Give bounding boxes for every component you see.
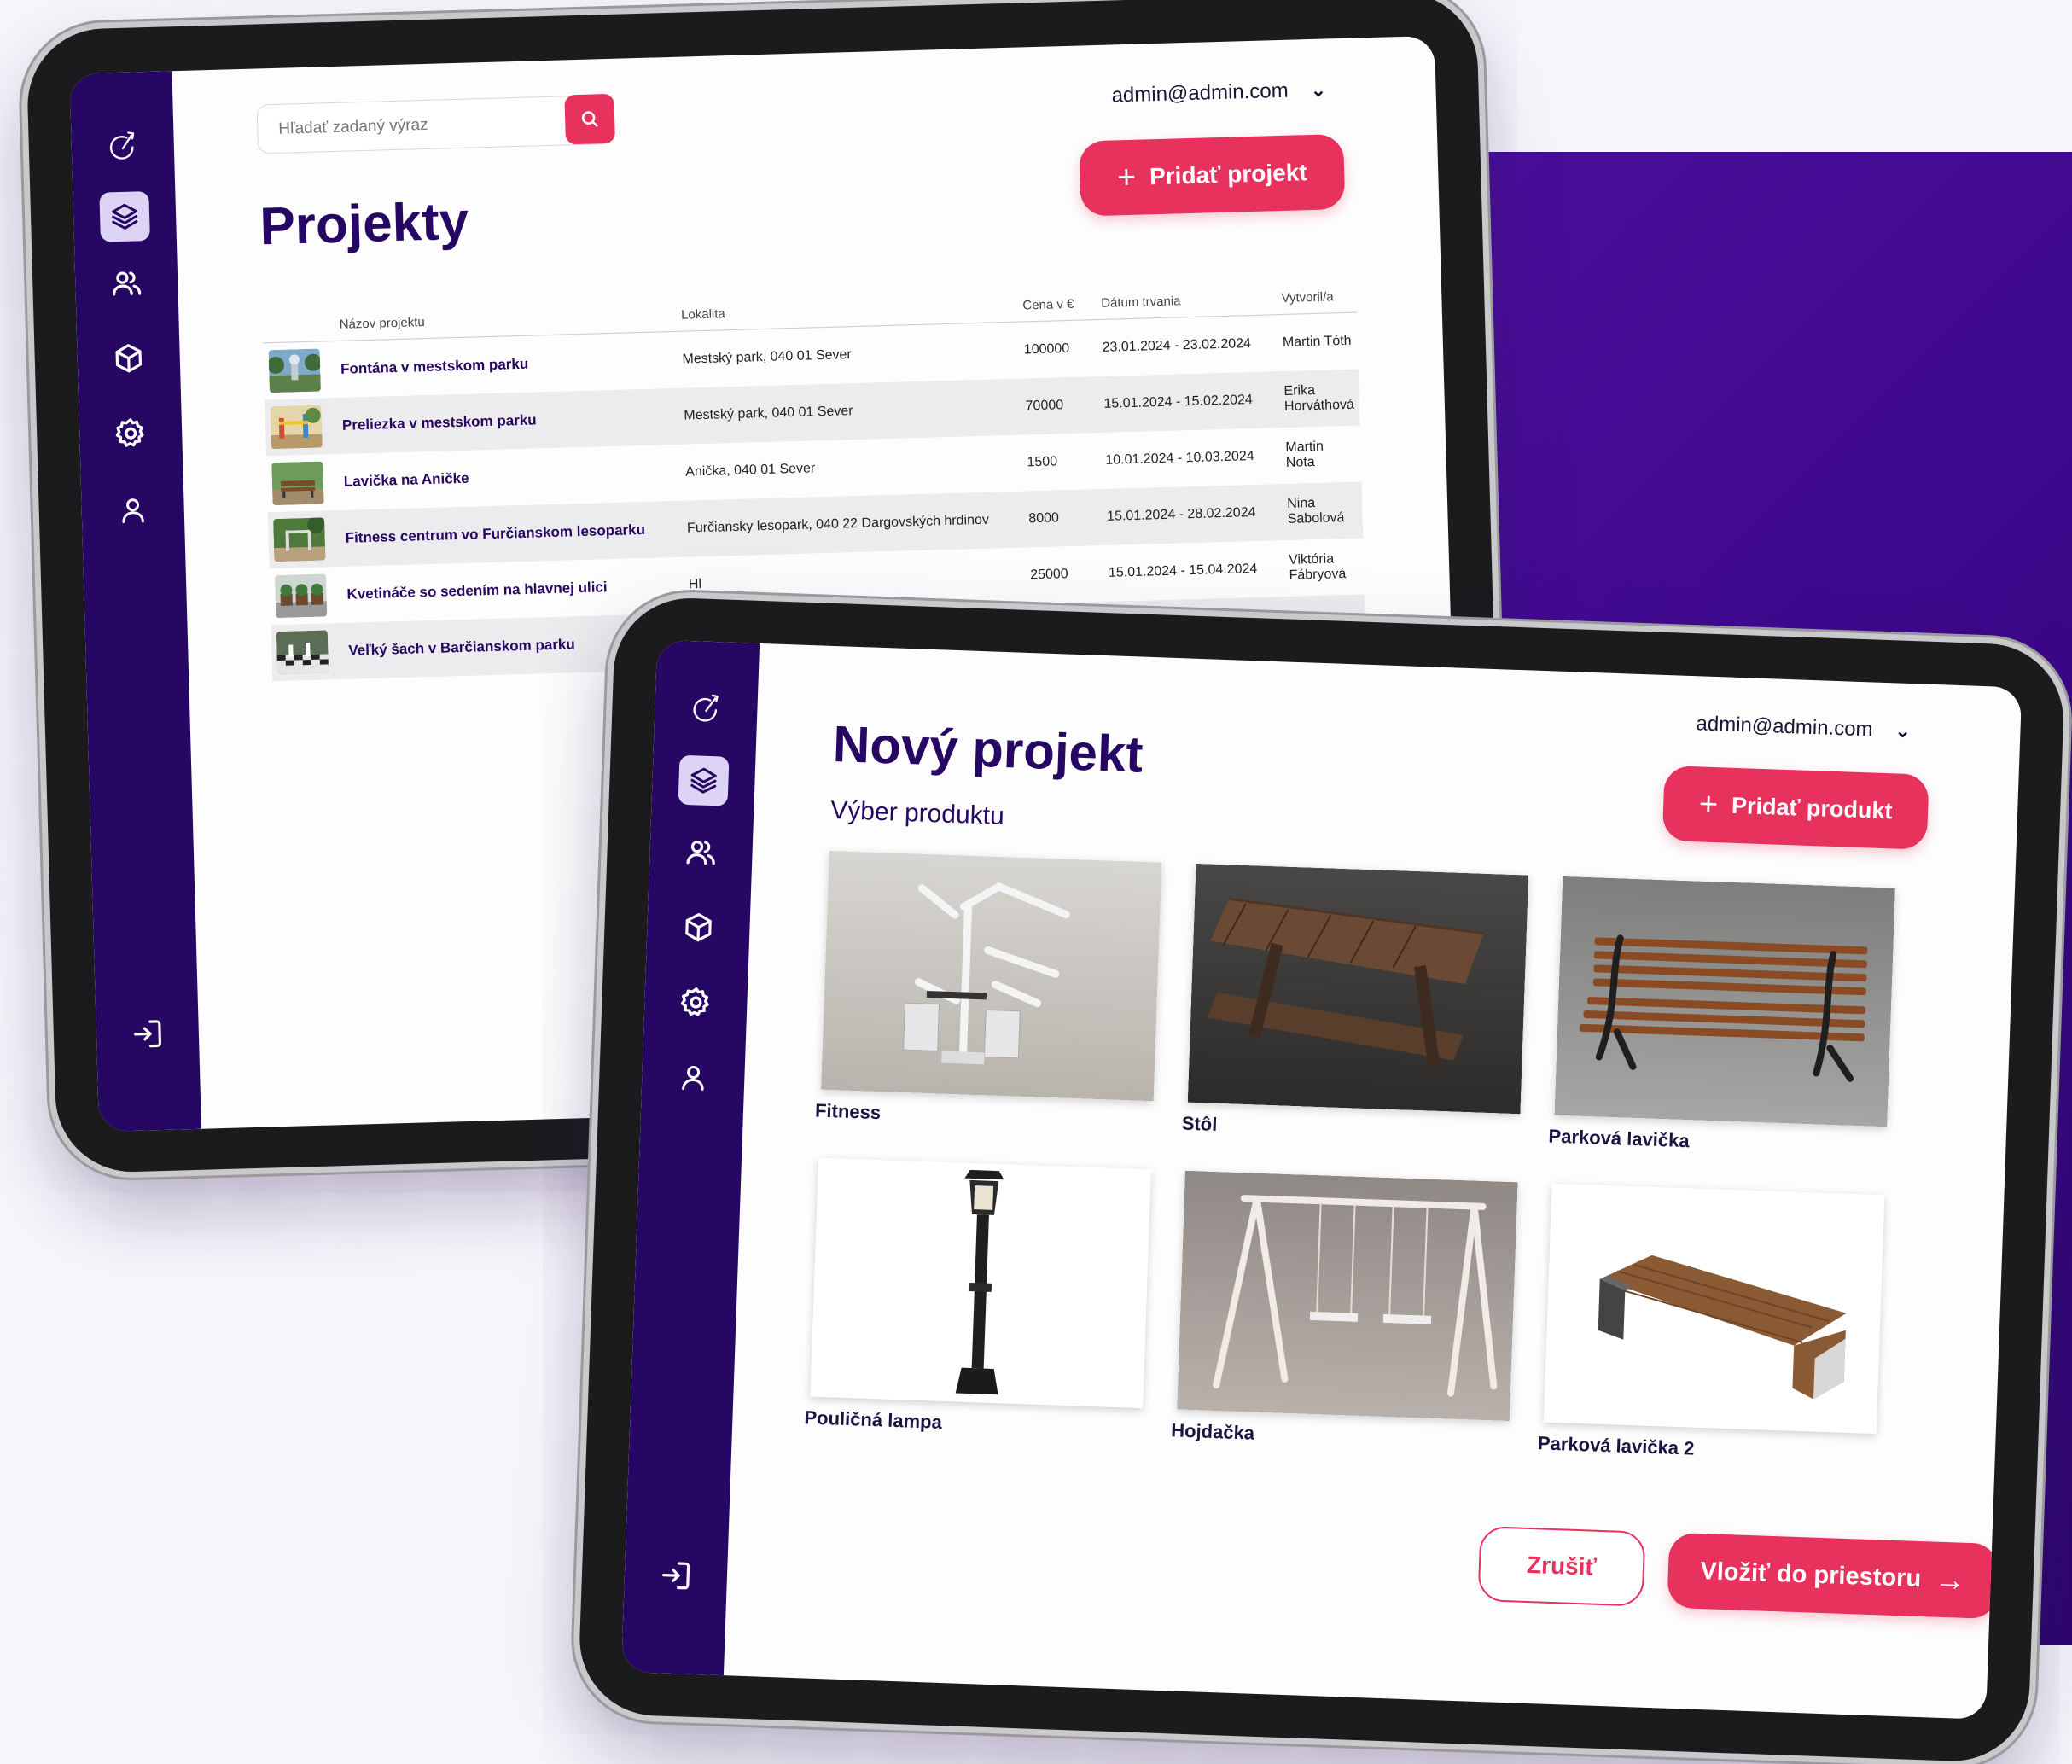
user-email: admin@admin.com: [1696, 712, 1873, 742]
logout-icon[interactable]: [654, 1553, 698, 1598]
row-thumbnail: [267, 509, 341, 569]
gear-icon[interactable]: [109, 411, 153, 455]
project-dates: 15.01.2024 - 15.02.2024: [1097, 371, 1280, 434]
project-name[interactable]: Kvetináče so sedením na hlavnej ulici: [341, 557, 684, 623]
sidebar: [620, 639, 760, 1676]
project-location: Mestský park, 040 01 Sever: [678, 378, 1021, 445]
plus-icon: +: [1116, 159, 1137, 195]
add-product-label: Pridať produkt: [1731, 792, 1893, 824]
insert-label: Vložiť do priestoru: [1699, 1557, 1922, 1592]
product-label: Stôl: [1181, 1112, 1218, 1135]
product-card[interactable]: Pouličná lampa: [804, 1157, 1151, 1434]
project-author: Viktória Fábryová: [1288, 551, 1347, 583]
layers-icon[interactable]: [99, 191, 150, 242]
search-input[interactable]: [276, 96, 563, 154]
column-header: Vytvoril/a: [1276, 288, 1357, 315]
user-icon[interactable]: [671, 1056, 715, 1100]
page-title: Projekty: [259, 191, 470, 257]
tablet-new-project: admin@admin.com ⌄ Nový projekt Výber pro…: [577, 596, 2066, 1764]
user-email: admin@admin.com: [1111, 79, 1289, 108]
cancel-button[interactable]: Zrušiť: [1477, 1526, 1646, 1607]
row-thumbnail: [271, 622, 345, 682]
project-price: 25000: [1029, 567, 1068, 583]
product-card[interactable]: Stôl: [1181, 863, 1529, 1139]
project-name[interactable]: Lavička na Aničke: [338, 445, 681, 510]
add-project-label: Pridať projekt: [1149, 159, 1308, 190]
project-location: Furčiansky lesopark, 040 22 Dargovských …: [681, 491, 1025, 557]
project-author: Martin Tóth: [1282, 333, 1352, 351]
column-header: Cena v €: [1017, 296, 1097, 323]
product-label: Hojdačka: [1170, 1419, 1255, 1444]
project-author: Nina Sabolová: [1281, 481, 1364, 541]
project-dates: 15.01.2024 - 15.04.2024: [1108, 561, 1258, 580]
section-subtitle: Výber produktu: [829, 795, 1005, 831]
product-image: [810, 1157, 1151, 1409]
project-price: 1500: [1027, 454, 1058, 470]
project-author: Martin Nota: [1285, 439, 1324, 470]
product-image: [1554, 876, 1895, 1127]
gear-icon[interactable]: [674, 981, 719, 1025]
cube-icon[interactable]: [677, 905, 721, 950]
cube-icon[interactable]: [107, 336, 150, 380]
logout-icon[interactable]: [125, 1012, 169, 1056]
product-image: [1543, 1183, 1885, 1435]
sidebar: [69, 71, 202, 1132]
project-location: Anička, 040 01 Sever: [684, 461, 816, 480]
cancel-label: Zrušiť: [1526, 1551, 1598, 1581]
chevron-down-icon: ⌄: [1894, 719, 1912, 742]
insert-into-space-button[interactable]: Vložiť do priestoru →: [1667, 1532, 1999, 1620]
add-project-button[interactable]: + Pridať projekt: [1079, 133, 1346, 217]
project-dates: 23.01.2024 - 23.02.2024: [1102, 336, 1252, 355]
project-name[interactable]: Fitness centrum vo Furčianskom lesoparku: [339, 500, 683, 567]
add-product-button[interactable]: + Pridať produkt: [1662, 766, 1929, 850]
product-image: [820, 850, 1162, 1102]
project-price: 70000: [1019, 376, 1100, 435]
row-thumbnail: [263, 341, 336, 400]
product-label: Parková lavička: [1548, 1125, 1691, 1152]
project-price: 100000: [1023, 341, 1070, 358]
product-image: [1187, 863, 1529, 1115]
product-label: Fitness: [814, 1099, 882, 1124]
user-menu[interactable]: admin@admin.com ⌄: [1111, 78, 1326, 108]
product-image: [1177, 1170, 1518, 1422]
product-label: Pouličná lampa: [804, 1406, 943, 1433]
product-card[interactable]: Hojdačka: [1171, 1170, 1518, 1447]
logo-icon[interactable]: [96, 121, 149, 174]
user-icon[interactable]: [111, 488, 154, 532]
product-card[interactable]: Parková lavička: [1548, 876, 1895, 1152]
project-name[interactable]: Preliezka v mestskom parku: [336, 387, 680, 454]
search-icon: [581, 111, 598, 127]
search-button[interactable]: [564, 93, 615, 145]
row-thumbnail: [266, 454, 340, 512]
project-dates: 15.01.2024 - 28.02.2024: [1101, 484, 1283, 545]
project-author: Erika Horváthová: [1278, 369, 1360, 428]
users-icon[interactable]: [105, 261, 148, 305]
new-project-screen: admin@admin.com ⌄ Nový projekt Výber pro…: [620, 639, 2023, 1720]
chevron-down-icon: ⌄: [1310, 79, 1327, 101]
plus-icon: +: [1698, 785, 1719, 823]
thumb-column-header: [262, 317, 335, 343]
project-price: 8000: [1022, 489, 1103, 548]
arrow-right-icon: →: [1934, 1561, 1966, 1598]
row-thumbnail: [270, 567, 343, 625]
users-icon[interactable]: [679, 830, 724, 875]
project-name[interactable]: Fontána v mestskom parku: [335, 331, 678, 398]
search-box: [256, 93, 615, 154]
row-thumbnail: [265, 398, 338, 457]
page-title: Nový projekt: [831, 714, 1144, 783]
product-card[interactable]: Parková lavička 2: [1538, 1183, 1885, 1459]
project-location: Mestský park, 040 01 Sever: [682, 347, 852, 367]
layers-icon[interactable]: [678, 754, 730, 806]
product-label: Parková lavička 2: [1537, 1432, 1695, 1459]
user-menu[interactable]: admin@admin.com ⌄: [1696, 712, 1911, 743]
product-card[interactable]: Fitness: [815, 850, 1162, 1127]
logo-icon[interactable]: [679, 684, 732, 736]
project-dates: 10.01.2024 - 10.03.2024: [1105, 449, 1254, 468]
